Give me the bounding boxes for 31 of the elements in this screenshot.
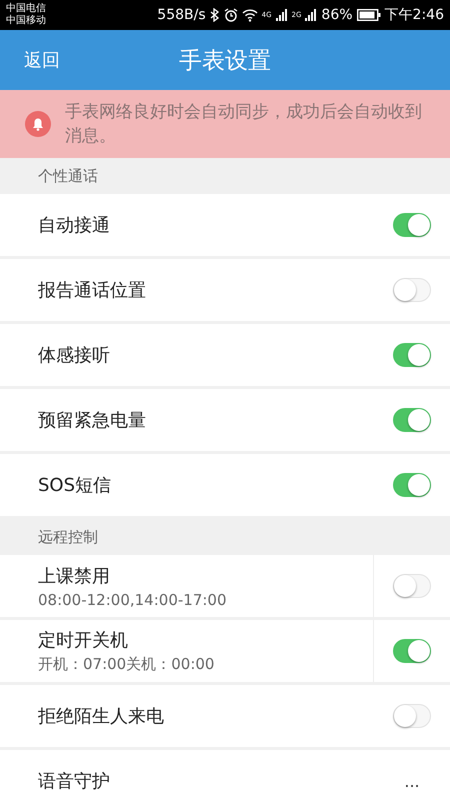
setting-label: 自动接通 bbox=[38, 214, 111, 237]
carrier-name: 中国移动 bbox=[6, 15, 46, 27]
setting-label: 报告通话位置 bbox=[38, 279, 147, 302]
signal-icon bbox=[276, 9, 288, 21]
setting-label: 定时开关机 bbox=[38, 629, 129, 652]
wifi-icon bbox=[242, 8, 258, 22]
network-speed: 558B/s bbox=[157, 7, 206, 23]
setting-label: 语音守护 bbox=[38, 770, 111, 793]
more-button[interactable]: ... bbox=[402, 772, 422, 790]
setting-label: 体感接听 bbox=[38, 344, 111, 367]
toggle-switch[interactable] bbox=[393, 408, 431, 432]
alarm-icon bbox=[224, 8, 238, 22]
carrier-name: 中国电信 bbox=[6, 3, 46, 14]
setting-detail: 开机：07:00关机：00:00 bbox=[38, 655, 216, 674]
setting-detail: 08:00-12:00,14:00-17:00 bbox=[38, 590, 228, 608]
toggle-switch[interactable] bbox=[393, 213, 431, 237]
signal-icon bbox=[305, 9, 318, 21]
toggle-switch[interactable] bbox=[393, 639, 431, 663]
setting-label: SOS短信 bbox=[38, 474, 112, 497]
notice-text: 手表网络良好时会自动同步，成功后会自动收到消息。 bbox=[65, 101, 423, 148]
clock-time: 下午2:46 bbox=[384, 6, 444, 24]
setting-label: 预留紧急电量 bbox=[38, 409, 147, 432]
page-title: 手表设置 bbox=[179, 46, 271, 76]
battery-percent: 86% bbox=[321, 7, 353, 23]
toggle-switch[interactable] bbox=[393, 473, 431, 497]
bell-icon bbox=[25, 111, 51, 137]
toggle-switch[interactable] bbox=[393, 343, 431, 367]
setting-label: 上课禁用 bbox=[38, 564, 111, 588]
bluetooth-icon bbox=[210, 8, 220, 22]
setting-label: 拒绝陌生人来电 bbox=[38, 705, 165, 728]
battery-icon bbox=[356, 9, 381, 21]
